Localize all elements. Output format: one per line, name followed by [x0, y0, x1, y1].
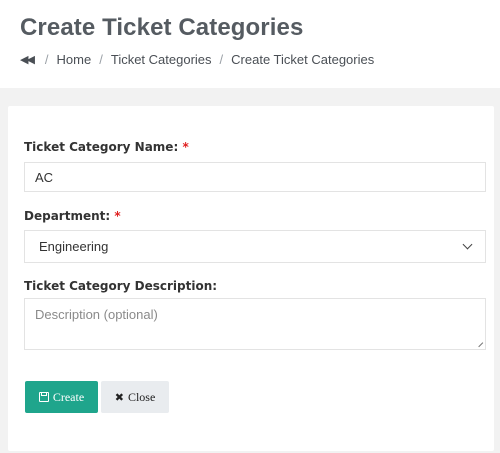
save-icon — [38, 392, 49, 402]
department-label: Department: * — [24, 209, 121, 223]
name-input-value: AC — [35, 169, 54, 185]
name-label: Ticket Category Name: * — [24, 140, 189, 154]
breadcrumb-current: Create Ticket Categories — [231, 52, 375, 67]
page-title: Create Ticket Categories — [20, 14, 304, 41]
resize-grip-icon[interactable] — [474, 338, 484, 348]
content-area: Ticket Category Name: * AC Department: *… — [0, 88, 500, 453]
breadcrumb-separator: / — [219, 52, 224, 67]
department-select[interactable]: Engineering — [24, 230, 486, 263]
close-button[interactable]: ✖ Close — [101, 381, 169, 413]
double-chevron-left-icon[interactable]: ◀◀ — [20, 53, 35, 66]
description-label: Ticket Category Description: — [24, 279, 218, 293]
required-marker: * — [182, 140, 189, 154]
close-icon: ✖ — [114, 390, 124, 404]
chevron-down-icon — [462, 239, 473, 250]
description-textarea[interactable]: Description (optional) — [24, 298, 486, 350]
required-marker: * — [114, 209, 121, 223]
page-header: Create Ticket Categories ◀◀ / Home / Tic… — [0, 0, 500, 88]
ticket-category-name-input[interactable]: AC — [24, 162, 486, 192]
create-button[interactable]: Create — [25, 381, 98, 413]
description-placeholder: Description (optional) — [35, 307, 158, 322]
form-card: Ticket Category Name: * AC Department: *… — [8, 106, 494, 451]
breadcrumb-ticket-categories[interactable]: Ticket Categories — [111, 52, 212, 67]
department-selected-value: Engineering — [39, 239, 109, 254]
close-button-label: Close — [127, 389, 156, 404]
breadcrumb-home[interactable]: Home — [57, 52, 92, 67]
breadcrumb-separator: / — [44, 52, 49, 67]
breadcrumb: ◀◀ / Home / Ticket Categories / Create T… — [20, 52, 374, 67]
breadcrumb-separator: / — [99, 52, 103, 67]
create-button-label: Create — [52, 389, 85, 404]
